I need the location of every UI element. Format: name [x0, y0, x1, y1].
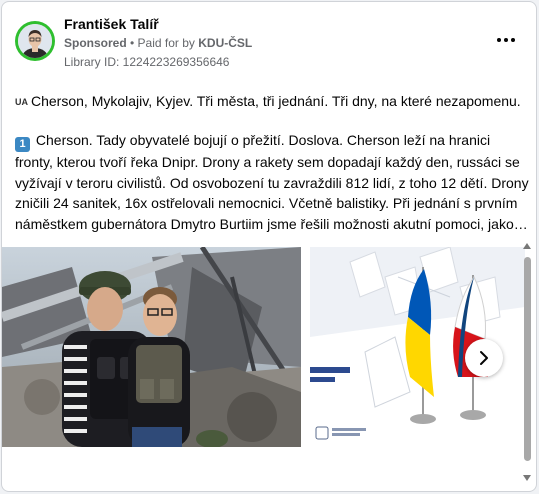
more-dot	[504, 38, 508, 42]
more-options-button[interactable]	[494, 28, 518, 52]
more-dot	[511, 38, 515, 42]
paid-for-text: • Paid for by	[126, 36, 199, 50]
more-horizontal-icon	[497, 38, 501, 42]
author-name[interactable]: František Talíř	[64, 16, 159, 32]
sponsored-line: Sponsored • Paid for by KDU-ČSL	[64, 36, 252, 50]
library-id: Library ID: 1224223269356646	[64, 55, 230, 69]
paragraph-2-text: Cherson. Tady obyvatelé bojují o přežití…	[15, 132, 529, 232]
paragraph-1-text: Cherson, Mykolajiv, Kyjev. Tři města, tř…	[31, 93, 521, 109]
avatar-photo	[18, 24, 52, 58]
scrollbar-thumb[interactable]	[524, 257, 531, 461]
carousel-next-button[interactable]	[465, 339, 503, 377]
sponsored-label[interactable]: Sponsored	[64, 36, 127, 50]
post-paragraph-1: UA Cherson, Mykolajiv, Kyjev. Tři města, …	[15, 91, 530, 112]
keycap-one-icon: 1	[15, 137, 30, 152]
chevron-right-icon	[480, 351, 488, 365]
post-paragraph-2: 1 Cherson. Tady obyvatelé bojují o přeži…	[15, 130, 530, 234]
ad-post-card: František Talíř Sponsored • Paid for by …	[1, 1, 537, 492]
scroll-down-arrow-icon[interactable]	[523, 475, 531, 481]
paid-by-name[interactable]: KDU-ČSL	[198, 36, 252, 50]
scrollbar[interactable]	[523, 243, 533, 481]
carousel-photo-kherson[interactable]	[2, 247, 301, 447]
author-avatar[interactable]	[15, 21, 55, 61]
ua-flag-code: UA	[15, 97, 28, 107]
scroll-up-arrow-icon[interactable]	[523, 243, 531, 249]
